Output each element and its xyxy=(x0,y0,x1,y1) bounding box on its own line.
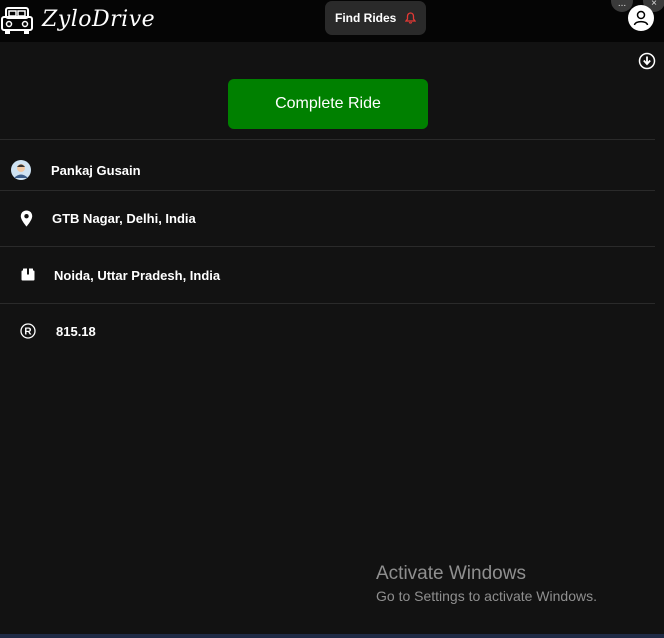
find-rides-button[interactable]: Find Rides xyxy=(325,1,426,35)
drop-location: Noida, Uttar Pradesh, India xyxy=(54,268,221,283)
car-logo-icon[interactable] xyxy=(0,2,34,36)
activate-windows-subtitle: Go to Settings to activate Windows. xyxy=(376,588,597,604)
package-icon xyxy=(21,268,35,281)
brand-name[interactable]: ZyloDrive xyxy=(42,7,155,32)
passenger-name: Pankaj Gusain xyxy=(51,163,141,178)
pickup-location: GTB Nagar, Delhi, India xyxy=(52,211,196,226)
passenger-avatar-icon xyxy=(11,160,31,180)
svg-text:R: R xyxy=(24,327,32,338)
profile-button[interactable] xyxy=(628,5,654,31)
location-pin-icon xyxy=(20,210,33,227)
divider xyxy=(0,246,655,247)
bell-icon xyxy=(405,12,417,24)
taskbar-edge xyxy=(0,634,664,638)
find-rides-label: Find Rides xyxy=(335,11,397,25)
complete-ride-button[interactable]: Complete Ride xyxy=(228,79,428,129)
activate-windows-title: Activate Windows xyxy=(376,563,526,584)
fare-amount: 815.18 xyxy=(56,324,96,339)
user-icon xyxy=(633,10,649,26)
divider xyxy=(0,190,655,191)
divider xyxy=(0,303,655,304)
divider xyxy=(0,139,655,140)
download-icon[interactable] xyxy=(638,52,656,70)
top-navigation-bar: ZyloDrive Find Rides ... × xyxy=(0,0,664,42)
registered-icon: R xyxy=(20,323,36,339)
